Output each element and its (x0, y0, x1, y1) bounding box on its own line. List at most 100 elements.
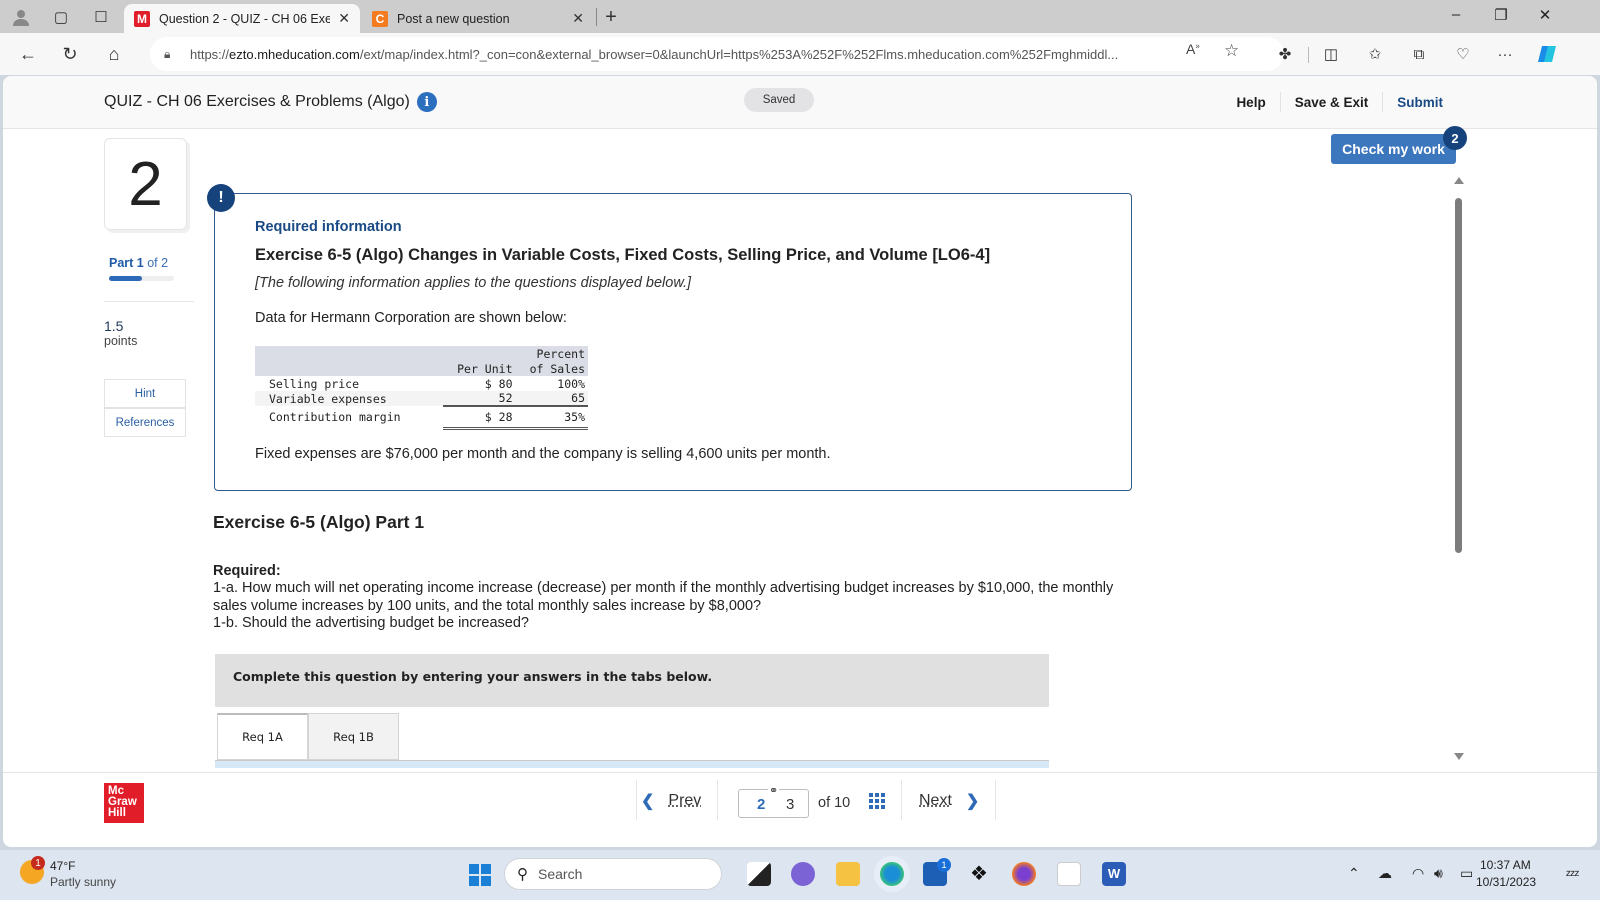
save-status-badge: Saved (744, 88, 814, 112)
battery-icon[interactable]: ▭ (1460, 865, 1473, 882)
clock-time[interactable]: 10:37 AM (1480, 858, 1531, 872)
table-header-cell (443, 346, 516, 361)
tab-divider (596, 8, 597, 26)
table-header-row: Percent (255, 346, 588, 361)
browser-tab-quiz[interactable]: M Question 2 - QUIZ - CH 06 Exerci ✕ (124, 4, 360, 33)
wifi-icon[interactable]: ◠ (1412, 865, 1424, 882)
quiz-header: QUIZ - CH 06 Exercises & Problems (Algo)… (3, 76, 1597, 129)
check-attempts-badge: 2 (1443, 126, 1467, 150)
table-header-cell: Percent (515, 346, 588, 361)
tab-actions-icon[interactable]: ☐ (90, 6, 112, 28)
search-icon: ⚲ (517, 866, 528, 883)
page-jump-field[interactable]: ⚭ 2 3 (738, 784, 809, 818)
weather-temp[interactable]: 47°F (50, 859, 75, 873)
data-intro: Data for Hermann Corporation are shown b… (255, 310, 567, 326)
hint-button[interactable]: Hint (104, 379, 186, 408)
percent-cell: 65 (515, 391, 588, 407)
scroll-down-arrow[interactable] (1454, 753, 1464, 760)
scroll-up-arrow[interactable] (1454, 177, 1464, 184)
table-row: Variable expenses 52 65 (255, 391, 588, 407)
quiz-title: QUIZ - CH 06 Exercises & Problems (Algo)… (104, 92, 437, 112)
logo-line: Hill (108, 807, 126, 819)
minimize-icon[interactable]: – (1444, 6, 1468, 23)
url-host: ezto.mheducation.com (229, 46, 360, 62)
task-view-icon[interactable] (747, 862, 771, 886)
windows-taskbar: 1 47°F Partly sunny ⚲ Search 1 ❖ W ⌃ ☁ ◠… (0, 850, 1600, 900)
notifications-icon[interactable]: 💤︎ (1566, 865, 1579, 882)
submit-link[interactable]: Submit (1383, 95, 1457, 110)
tab-title: Post a new question (397, 11, 510, 26)
extensions-icon[interactable]: ✤ (1274, 43, 1296, 65)
mcgraw-hill-logo: Mc Graw Hill (104, 783, 144, 823)
tab-title: Question 2 - QUIZ - CH 06 Exerci (159, 11, 331, 26)
taskbar-search[interactable]: ⚲ Search (504, 858, 722, 890)
part-current: Part 1 (109, 256, 144, 270)
windows-start-icon[interactable] (469, 864, 491, 886)
amazon-icon[interactable] (1057, 862, 1081, 886)
volume-icon[interactable]: 🔊︎ (1434, 865, 1443, 882)
file-explorer-icon[interactable] (836, 862, 860, 886)
edge-browser-icon[interactable] (880, 862, 904, 886)
alert-icon: ! (207, 184, 235, 212)
instruction-text: Complete this question by entering your … (233, 669, 713, 684)
search-placeholder: Search (538, 866, 583, 882)
address-bar[interactable]: 🔒︎ https://ezto.mheducation.com/ext/map/… (150, 37, 1284, 71)
collections-icon[interactable]: ⧉ (1408, 43, 1430, 65)
next-button[interactable]: Next ❯ (919, 776, 979, 826)
points-value: 1.5 (104, 318, 124, 334)
check-my-work-button[interactable]: Check my work (1331, 134, 1456, 164)
help-link[interactable]: Help (1222, 95, 1279, 110)
exercise-title: Exercise 6-5 (Algo) Changes in Variable … (255, 246, 991, 264)
browser-essentials-icon[interactable]: ♡ (1452, 43, 1474, 65)
dropbox-icon[interactable]: ❖ (967, 862, 991, 886)
split-screen-icon[interactable]: ◫ (1320, 43, 1342, 65)
home-icon[interactable]: ⌂ (102, 42, 126, 66)
clock-date[interactable]: 10/31/2023 (1476, 875, 1536, 889)
save-exit-link[interactable]: Save & Exit (1281, 95, 1383, 110)
onedrive-error-icon[interactable]: ☁ (1378, 865, 1392, 882)
link-icon: ⚭ (768, 784, 780, 797)
table-header-cell (255, 346, 443, 361)
workspaces-icon[interactable]: ▢ (50, 6, 72, 28)
table-header-row: Per Unit of Sales (255, 361, 588, 376)
firefox-icon[interactable] (1012, 862, 1036, 886)
browser-tab-chegg[interactable]: C Post a new question ✕ (362, 4, 594, 33)
per-unit-cell: $ 28 (443, 406, 516, 430)
favorite-star-icon[interactable]: ☆ (1224, 41, 1239, 61)
close-window-icon[interactable]: ✕ (1533, 6, 1557, 24)
weather-condition[interactable]: Partly sunny (50, 875, 116, 889)
tab-req-1b[interactable]: Req 1B (308, 713, 399, 760)
new-tab-icon[interactable]: + (600, 6, 622, 28)
percent-cell: 100% (557, 376, 585, 391)
pager-divider (717, 780, 718, 820)
table-header-cell (255, 361, 443, 376)
show-hidden-icons-icon[interactable]: ⌃ (1348, 865, 1360, 882)
prev-button[interactable]: ❮ Prev (641, 776, 701, 826)
exercise-note: [The following information applies to th… (255, 275, 692, 291)
close-tab-icon[interactable]: ✕ (338, 10, 350, 27)
favorites-icon[interactable]: ✩ (1364, 43, 1386, 65)
table-row: Contribution margin $ 28 35% (255, 406, 588, 430)
word-icon[interactable]: W (1102, 862, 1126, 886)
browser-toolbar: ← ↻ ⌂ 🔒︎ https://ezto.mheducation.com/ex… (0, 33, 1600, 75)
scrollbar-thumb[interactable] (1455, 198, 1462, 553)
chevron-left-icon: ❮ (641, 793, 655, 810)
restore-icon[interactable]: ❐ (1489, 6, 1513, 24)
question-line-1a: 1-a. How much will net operating income … (213, 580, 1114, 614)
teams-chat-icon[interactable] (791, 862, 815, 886)
close-tab-icon[interactable]: ✕ (572, 10, 584, 27)
copilot-icon[interactable] (1536, 43, 1558, 65)
page-total: of 10 (818, 795, 851, 811)
references-button[interactable]: References (104, 408, 186, 437)
more-options-icon[interactable]: ··· (1494, 43, 1516, 65)
part-progress-bar (109, 276, 174, 281)
read-aloud-icon[interactable]: A» (1186, 41, 1200, 57)
question-grid-icon[interactable] (869, 793, 885, 809)
profile-icon[interactable] (10, 6, 32, 28)
tab-req-1a[interactable]: Req 1A (217, 713, 308, 760)
pager-divider (995, 780, 996, 820)
refresh-icon[interactable]: ↻ (58, 42, 82, 66)
back-icon[interactable]: ← (16, 42, 40, 66)
info-icon[interactable]: i (416, 92, 437, 112)
browser-tab-strip: ▢ ☐ M Question 2 - QUIZ - CH 06 Exerci ✕… (0, 0, 1600, 33)
